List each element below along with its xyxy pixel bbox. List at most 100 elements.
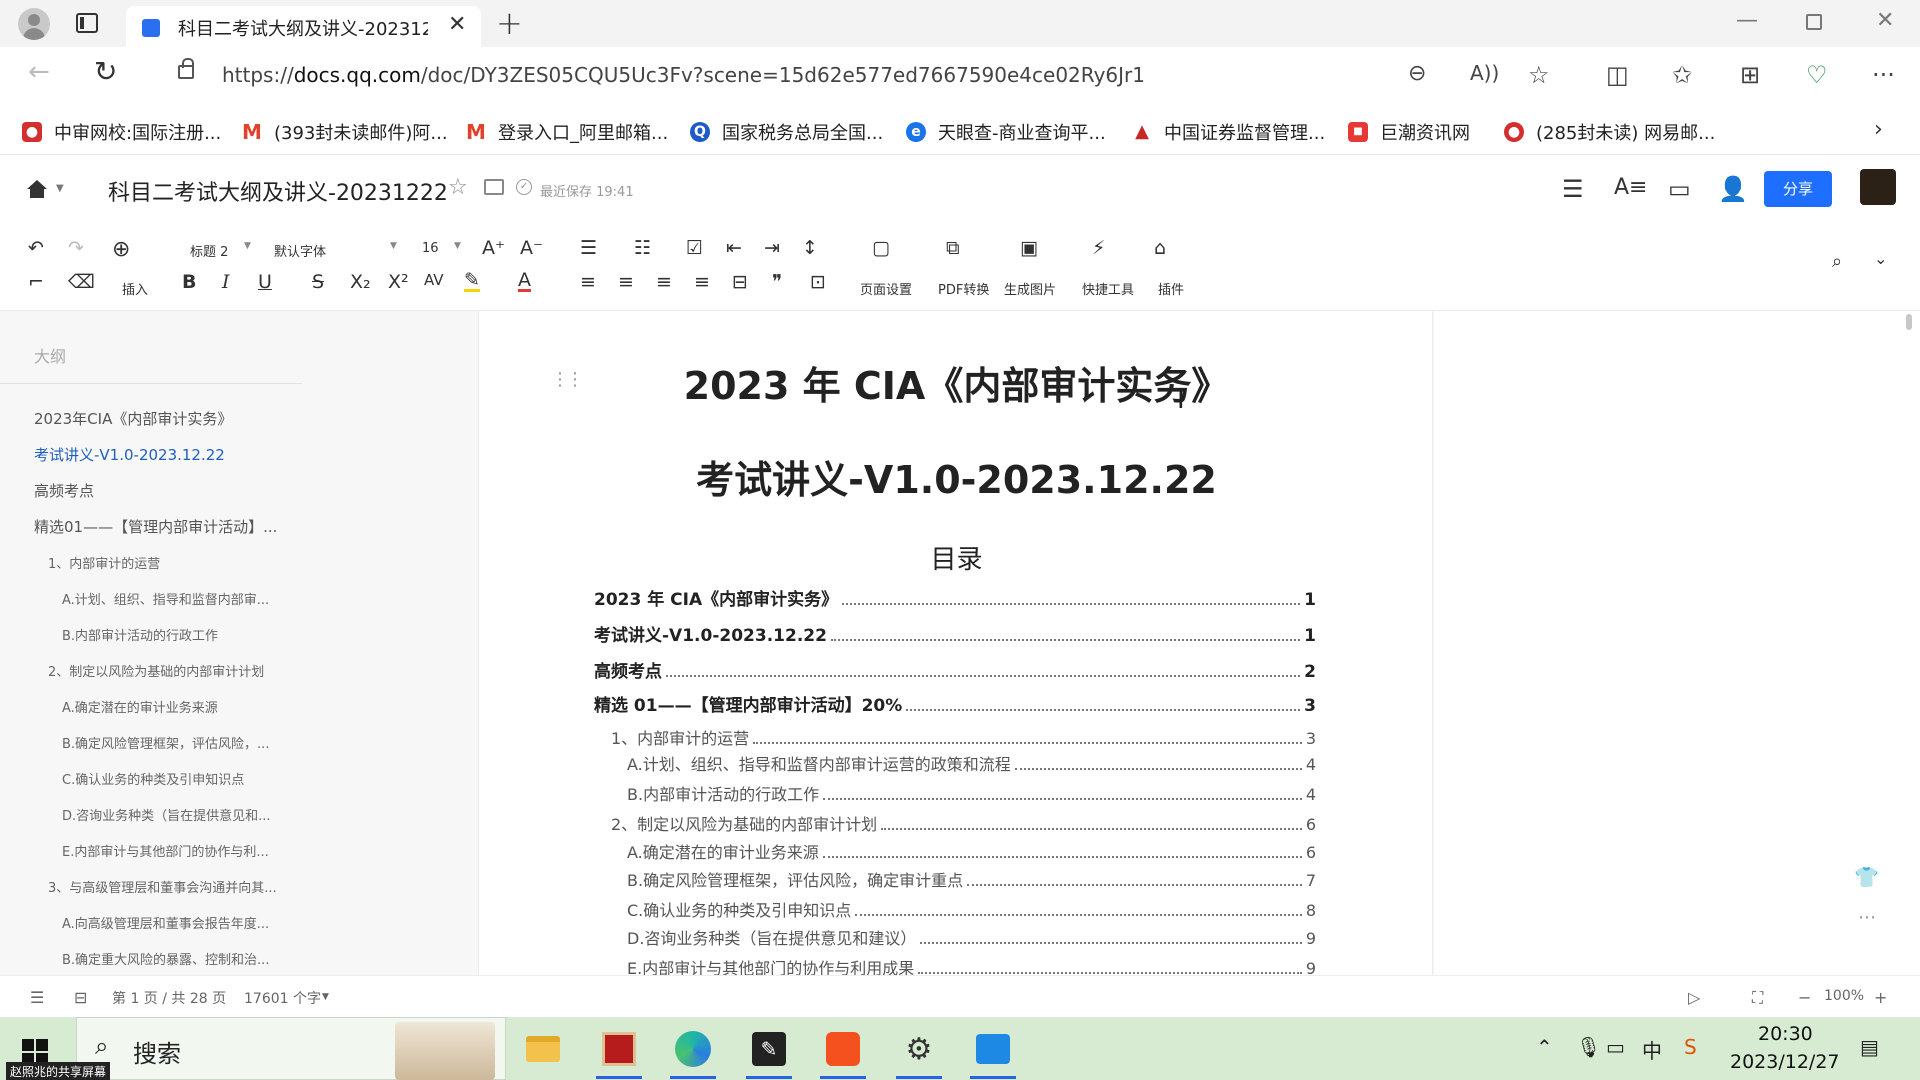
file-explorer-icon[interactable] [520,1026,566,1072]
toc-entry-9[interactable]: A.确定潜在的审计业务来源 6 [627,839,1316,863]
pdf-convert-label[interactable]: PDF转换 [938,279,989,298]
tab-close-icon[interactable]: ✕ [448,12,466,37]
settings-gear-icon[interactable]: ⚙ [896,1026,942,1072]
outline-item-15[interactable]: A.向高级管理层和董事会报告年度... [62,913,298,932]
close-window-icon[interactable]: ✕ [1876,8,1894,33]
size-dropdown-icon[interactable]: ▼ [454,241,461,251]
outline-item-8[interactable]: 2、制定以风险为基础的内部审计计划 [48,661,298,680]
outline-item-6[interactable]: A.计划、组织、指导和监督内部审... [62,589,298,608]
text-effect-icon[interactable]: AV [424,271,444,289]
align-left-icon[interactable]: ≡ [580,271,596,293]
align-right-icon[interactable]: ≡ [656,271,672,293]
split-screen-icon[interactable]: ◫ [1606,61,1629,89]
redo-icon[interactable]: ↷ [68,237,84,259]
search-highlight-image[interactable] [395,1022,495,1080]
acrobat-icon[interactable]: ✎ [746,1026,792,1072]
paragraph-style-select[interactable]: 标题 2 [190,241,228,260]
outline-item-9[interactable]: A.确定潜在的审计业务来源 [62,697,298,716]
favorite-link-5[interactable]: ▲ 中国证券监督管理... [1132,119,1325,145]
home-icon[interactable] [26,179,48,199]
profile-avatar-icon[interactable] [18,8,50,40]
vertical-scrollbar[interactable] [1906,314,1912,330]
favorite-star-icon[interactable]: ☆ [1528,61,1550,89]
indent-icon[interactable]: ⇥ [764,237,780,259]
underline-icon[interactable]: U [258,271,272,293]
toc-entry-8[interactable]: 2、制定以风险为基础的内部审计计划 6 [611,811,1316,835]
toc-entry-7[interactable]: B.内部审计活动的行政工作 4 [627,781,1316,805]
outline-item-13[interactable]: E.内部审计与其他部门的协作与利... [62,841,298,860]
back-arrow-icon[interactable]: ← [28,57,50,87]
menu-icon[interactable]: ☰ [1562,175,1584,203]
star-icon[interactable]: ☆ [448,175,468,200]
favorite-link-4[interactable]: e 天眼查-商业查询平... [906,119,1106,145]
quote-icon[interactable]: ❞ [772,271,782,293]
favorites-icon[interactable]: ✩ [1672,61,1692,89]
search-icon[interactable]: ⌕ [1832,251,1842,272]
outdent-icon[interactable]: ⇤ [726,237,742,259]
favorite-link-2[interactable]: M 登录入口_阿里邮箱... [466,119,668,145]
new-tab-icon[interactable]: + [496,4,523,42]
collaborators-icon[interactable]: 👤 [1718,175,1748,203]
toc-entry-10[interactable]: B.确定风险管理框架，评估风险，确定审计重点 7 [627,867,1316,891]
zoom-out-icon[interactable]: ⊖ [1408,61,1426,86]
edge-browser-icon[interactable] [670,1026,716,1072]
format-painter-icon[interactable]: ⌐ [28,271,44,293]
bullet-list-icon[interactable]: ☰ [580,237,597,259]
zoom-in-button[interactable]: + [1874,988,1887,1007]
xmind-icon[interactable] [820,1026,866,1072]
text-format-icon[interactable]: A≡ [1614,175,1647,200]
outline-item-14[interactable]: 3、与高级管理层和董事会沟通并向其... [48,877,298,896]
page-setup-icon[interactable]: ▢ [872,237,890,259]
user-avatar[interactable] [1860,169,1896,205]
numbered-list-icon[interactable]: ☷ [634,237,651,259]
pdf-convert-icon[interactable]: ⧉ [946,237,960,259]
toc-entry-3[interactable]: 高频考点 2 [594,657,1316,682]
generate-image-icon[interactable]: ▣ [1020,237,1038,259]
undo-icon[interactable]: ↶ [28,237,44,259]
toc-title[interactable]: 目录 [479,539,1432,576]
quick-tools-icon[interactable]: ⚡ [1092,237,1105,259]
strikethrough-icon[interactable]: S [312,271,324,293]
word-count-dropdown-icon[interactable]: ▼ [322,992,329,1002]
doc-title[interactable]: 科目二考试大纲及讲义-20231222 [108,175,448,207]
font-size-select[interactable]: 16 [422,241,439,256]
plugin-label[interactable]: 插件 [1158,279,1184,298]
tray-overflow-chevron-icon[interactable]: ⌃ [1536,1035,1553,1059]
outline-item-1[interactable]: 2023年CIA《内部审计实务》 [34,408,294,429]
outline-item-12[interactable]: D.咨询业务种类（旨在提供意见和... [62,805,298,824]
taskbar-search-box[interactable]: ⌕ 搜索 [76,1017,506,1080]
page-view-icon[interactable]: ⊟ [74,988,87,1007]
doc-heading-1[interactable]: 2023 年 CIA《内部审计实务》 [479,355,1432,410]
zoom-level[interactable]: 100% [1824,988,1864,1004]
favorite-link-7[interactable]: ● (285封未读) 网易邮... [1504,119,1715,145]
word-count[interactable]: 17601 个字 [244,988,321,1008]
toc-entry-6[interactable]: A.计划、组织、指导和监督内部审计运营的政策和流程 4 [627,751,1316,775]
photos-icon[interactable] [970,1026,1016,1072]
tab-actions-icon[interactable] [76,13,98,33]
align-center-icon[interactable]: ≡ [618,271,634,293]
toc-entry-1[interactable]: 2023 年 CIA《内部审计实务》 1 [594,585,1316,610]
paragraph-settings-icon[interactable]: ⊡ [810,271,826,293]
notification-center-icon[interactable]: ▤ [1860,1035,1879,1059]
favorite-link-0[interactable]: ● 中审网校:国际注册... [22,119,221,145]
more-vertical-icon[interactable]: ⋯ [1858,907,1876,928]
decrease-font-icon[interactable]: A⁻ [520,237,543,259]
browser-tab-active[interactable]: 科目二考试大纲及讲义-20231222 ✕ [126,6,481,47]
zoom-out-button[interactable]: − [1798,988,1811,1007]
sogou-input-icon[interactable]: S [1684,1035,1697,1059]
input-method-icon[interactable]: 中 [1642,1035,1662,1064]
home-dropdown-icon[interactable]: ▼ [56,183,64,194]
favorites-overflow-chevron-icon[interactable]: › [1874,117,1883,142]
justify-icon[interactable]: ≡ [694,271,710,293]
move-folder-icon[interactable] [484,179,504,195]
bold-icon[interactable]: B [182,271,196,293]
insert-plus-icon[interactable]: ⊕ [112,237,130,262]
distributed-align-icon[interactable]: ⊟ [732,271,748,293]
read-aloud-icon[interactable]: A)) [1470,61,1499,85]
app-red-icon[interactable] [596,1026,642,1072]
toc-entry-2[interactable]: 考试讲义-V1.0-2023.12.22 1 [594,621,1316,646]
clear-format-icon[interactable]: ⌫ [68,271,95,293]
subscript-icon[interactable]: X₂ [350,271,371,293]
font-dropdown-icon[interactable]: ▼ [390,241,397,251]
quick-tools-label[interactable]: 快捷工具 [1082,279,1134,298]
